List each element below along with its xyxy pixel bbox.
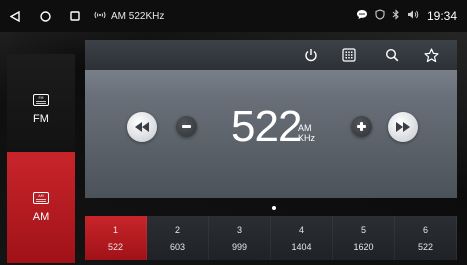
tuner-toolbar: [85, 40, 457, 70]
back-button[interactable]: [0, 0, 30, 32]
band-am-button[interactable]: AM AM: [7, 152, 75, 263]
preset-number: 5: [360, 224, 366, 235]
preset-number: 6: [422, 224, 428, 235]
unit-label: KHz: [298, 133, 316, 143]
band-sidebar: FM FM AM AM: [0, 32, 75, 265]
svg-text:FM: FM: [38, 96, 43, 100]
system-nav: [0, 0, 90, 32]
status-bar: AM 522KHz 19:34: [0, 0, 467, 32]
status-icons: 19:34: [349, 9, 457, 23]
preset-number: 3: [236, 224, 242, 235]
keypad-icon: [342, 48, 356, 62]
preset-frequency: 522: [417, 241, 434, 252]
shield-icon: [375, 9, 385, 23]
favorite-button[interactable]: [414, 40, 448, 70]
band-am-label: AM: [32, 211, 50, 223]
preset-button[interactable]: 2 603: [147, 216, 209, 260]
minus-icon: [182, 125, 191, 128]
step-down-button[interactable]: [176, 116, 197, 137]
bluetooth-icon: [392, 9, 400, 23]
preset-number: 4: [298, 224, 304, 235]
volume-icon: [407, 9, 419, 23]
tuner-panel: 522 AM KHz: [85, 40, 457, 198]
recents-button[interactable]: [60, 0, 90, 32]
preset-number: 2: [174, 224, 180, 235]
band-indicator: AM: [298, 123, 312, 133]
preset-button[interactable]: 1 522: [85, 216, 147, 260]
star-icon: [423, 47, 439, 62]
home-button[interactable]: [30, 0, 60, 32]
band-fm-label: FM: [33, 112, 49, 125]
clock: 19:34: [426, 9, 457, 23]
preset-frequency: 1404: [291, 241, 312, 252]
keypad-button[interactable]: [332, 40, 366, 70]
back-icon: [10, 10, 20, 22]
recents-icon: [70, 11, 80, 21]
fm-radio-icon: FM: [33, 93, 49, 109]
frequency-display: 522: [231, 102, 302, 151]
preset-button[interactable]: 5 1620: [333, 216, 395, 260]
page-indicator-dot: [272, 206, 276, 210]
seek-forward-button[interactable]: [388, 112, 418, 142]
preset-button[interactable]: 4 1404: [271, 216, 333, 260]
radio-signal-icon: [94, 10, 106, 23]
preset-button[interactable]: 6 522: [395, 216, 457, 260]
preset-frequency: 522: [107, 241, 124, 252]
fast-forward-icon: [396, 122, 410, 132]
power-icon: [305, 49, 317, 62]
plus-icon: [357, 122, 366, 131]
preset-frequency: 603: [169, 241, 186, 252]
status-title: AM 522KHz: [94, 10, 164, 23]
rewind-icon: [135, 122, 149, 132]
preset-bar: 1 522 2 603 3 999 4 1404 5 1620 6 522: [85, 216, 457, 260]
power-button[interactable]: [294, 40, 328, 70]
band-fm-button[interactable]: FM FM: [7, 54, 75, 164]
search-button[interactable]: [375, 40, 409, 70]
search-icon: [385, 48, 399, 62]
preset-button[interactable]: 3 999: [209, 216, 271, 260]
preset-number: 1: [112, 224, 118, 235]
svg-text:AM: AM: [38, 194, 43, 198]
step-up-button[interactable]: [351, 116, 372, 137]
home-icon: [39, 10, 51, 22]
seek-back-button[interactable]: [127, 112, 157, 142]
preset-frequency: 1620: [353, 241, 374, 252]
status-title-text: AM 522KHz: [111, 10, 165, 22]
am-radio-icon: AM: [33, 192, 49, 207]
message-icon: [356, 9, 368, 23]
frequency-unit: AM KHz: [298, 123, 315, 143]
preset-frequency: 999: [231, 241, 248, 252]
